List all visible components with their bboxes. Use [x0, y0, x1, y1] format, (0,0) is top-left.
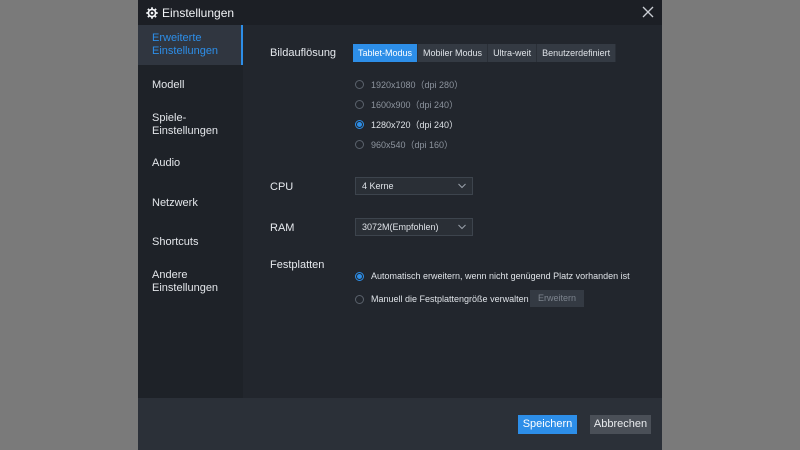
- radio-button-selected[interactable]: [355, 271, 364, 281]
- close-icon[interactable]: [640, 4, 656, 20]
- cpu-label: CPU: [270, 181, 294, 193]
- settings-sidebar: Erweiterte Einstellungen Modell Spiele-E…: [138, 25, 243, 398]
- sidebar-item-label: Audio: [152, 156, 181, 169]
- window-title: Einstellungen: [162, 6, 235, 20]
- chevron-down-icon: [458, 183, 466, 189]
- cpu-select[interactable]: 4 Kerne: [355, 177, 473, 195]
- radio-button[interactable]: [355, 140, 364, 149]
- disk-option-manual[interactable]: Manuell die Festplattengröße verwalten: [355, 294, 529, 304]
- resolution-label: Bildauflösung: [270, 47, 337, 59]
- dialog-footer: Speichern Abbrechen: [138, 398, 662, 450]
- disk-label: Festplatten: [270, 259, 325, 271]
- settings-content: Bildauflösung Tablet-Modus Mobiler Modus…: [243, 25, 662, 398]
- resolution-option-960[interactable]: 960x540（dpi 160）: [355, 138, 453, 151]
- sidebar-item-advanced-settings[interactable]: Erweiterte Einstellungen: [138, 25, 243, 65]
- tab-ultra-wide[interactable]: Ultra-weit: [488, 44, 538, 62]
- resolution-option-1280[interactable]: 1280x720（dpi 240）: [355, 118, 458, 131]
- tab-tablet-mode[interactable]: Tablet-Modus: [353, 44, 419, 62]
- sidebar-item-shortcuts[interactable]: Shortcuts: [138, 222, 243, 262]
- sidebar-item-label: Andere Einstellungen: [152, 269, 219, 294]
- radio-button[interactable]: [355, 80, 364, 89]
- sidebar-item-label: Netzwerk: [152, 196, 198, 209]
- radio-button-selected[interactable]: [355, 120, 364, 129]
- tab-mobile-mode[interactable]: Mobiler Modus: [418, 44, 489, 62]
- sidebar-item-game-settings[interactable]: Spiele-Einstellungen: [138, 105, 243, 145]
- disk-option-auto[interactable]: Automatisch erweitern, wenn nicht genüge…: [355, 271, 630, 281]
- sidebar-item-other-settings[interactable]: Andere Einstellungen: [138, 262, 243, 302]
- title-bar[interactable]: Einstellungen: [138, 0, 662, 25]
- ram-select[interactable]: 3072M(Empfohlen): [355, 218, 473, 236]
- ram-label: RAM: [270, 222, 295, 234]
- sidebar-item-audio[interactable]: Audio: [138, 143, 243, 183]
- sidebar-item-label: Modell: [152, 78, 185, 91]
- cancel-button[interactable]: Abbrechen: [590, 415, 651, 434]
- radio-button[interactable]: [355, 100, 364, 109]
- gear-icon: [146, 6, 158, 19]
- sidebar-item-label: Shortcuts: [152, 235, 199, 248]
- sidebar-item-model[interactable]: Modell: [138, 65, 243, 105]
- tab-custom[interactable]: Benutzerdefiniert: [537, 44, 617, 62]
- expand-disk-button[interactable]: Erweitern: [530, 290, 585, 307]
- resolution-option-1600[interactable]: 1600x900（dpi 240）: [355, 98, 458, 111]
- sidebar-item-label: Erweiterte Einstellungen: [152, 32, 219, 57]
- sidebar-item-network[interactable]: Netzwerk: [138, 183, 243, 223]
- resolution-mode-tabs: Tablet-Modus Mobiler Modus Ultra-weit Be…: [353, 44, 617, 62]
- save-button[interactable]: Speichern: [518, 415, 577, 434]
- chevron-down-icon: [458, 224, 466, 230]
- resolution-option-1920[interactable]: 1920x1080（dpi 280）: [355, 78, 463, 91]
- sidebar-item-label: Spiele-Einstellungen: [152, 112, 219, 137]
- settings-dialog: Einstellungen Erweiterte Einstellungen M…: [138, 0, 662, 450]
- radio-button[interactable]: [355, 294, 364, 304]
